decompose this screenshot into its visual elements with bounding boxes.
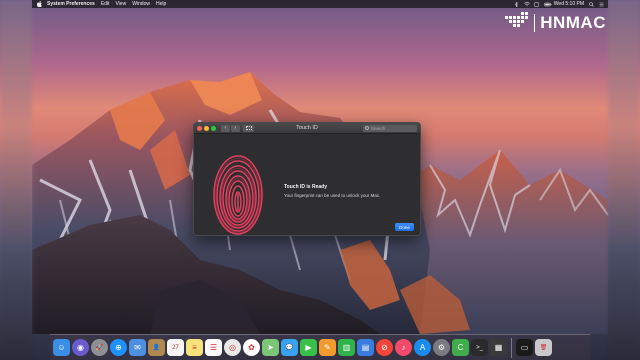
trash-icon[interactable]: 🗑 [535, 339, 552, 356]
system-preferences-icon[interactable]: ⚙ [433, 339, 450, 356]
downloads-stack-glyph: ▭ [520, 343, 529, 352]
menu-window[interactable]: Window [132, 1, 150, 7]
keynote-icon[interactable]: ▤ [357, 339, 374, 356]
app-store-glyph: A [419, 343, 426, 352]
letterbox-left [0, 0, 32, 360]
finder-icon[interactable]: ☺ [53, 339, 70, 356]
calendar-glyph: 27 [172, 344, 179, 351]
numbers-icon[interactable]: ▥ [338, 339, 355, 356]
search-placeholder: Search [371, 125, 386, 131]
notes-icon[interactable]: ≡ [186, 339, 203, 356]
launchpad-glyph: 🚀 [95, 345, 104, 351]
safari-glyph: ⊕ [115, 343, 122, 352]
reminders-icon[interactable]: ☰ [205, 339, 222, 356]
pages-icon[interactable]: ✎ [319, 339, 336, 356]
touch-id-ready-description: Your fingerprint can be used to unlock y… [284, 193, 381, 198]
camtasia-glyph: C [457, 343, 464, 352]
input-source-icon[interactable] [534, 1, 539, 7]
maps-glyph: ➤ [267, 343, 274, 352]
reminders-glyph: ☰ [209, 343, 218, 352]
zoom-button[interactable] [211, 125, 216, 131]
siri-icon[interactable]: ◉ [72, 339, 89, 356]
dock-separator [511, 337, 512, 358]
photos-icon[interactable]: ✿ [243, 339, 260, 356]
contacts-icon[interactable]: 👤 [148, 339, 165, 356]
done-button[interactable]: Done [395, 223, 414, 231]
search-icon [365, 126, 369, 130]
search-field[interactable]: Search [363, 124, 417, 132]
keynote-glyph: ▤ [361, 343, 370, 352]
messages-icon[interactable]: 💬 [281, 339, 298, 356]
notes-glyph: ≡ [192, 343, 197, 352]
music-glyph: ♪ [401, 343, 406, 352]
downloads-stack-icon[interactable]: ▭ [516, 339, 533, 356]
menu-bar-extras: Wed 5:10 PM [514, 1, 604, 8]
system-preferences-glyph: ⚙ [437, 343, 446, 352]
chrome-icon[interactable]: ◎ [224, 339, 241, 356]
hnmac-watermark: HNMAC [505, 12, 606, 33]
letterbox-right [608, 0, 640, 360]
battery-icon[interactable] [544, 2, 552, 7]
maps-icon[interactable]: ➤ [262, 339, 279, 356]
wifi-icon[interactable] [524, 1, 530, 7]
notification-center-icon[interactable] [599, 2, 604, 7]
camtasia-icon[interactable]: C [452, 339, 469, 356]
mail-glyph: ✉ [134, 343, 141, 352]
dock: ☺ ◉ 🚀 ⊕ ✉ 👤 27 ≡ ☰ ◎ ✿ ➤ 💬 ▶ ✎ ▥ ▤ ⊘ ♪ A ⚙ C >_ ▦ ▭ 🗑 [50, 334, 590, 360]
back-button[interactable]: ‹ [221, 124, 230, 132]
facetime-icon[interactable]: ▶ [300, 339, 317, 356]
watermark-divider [534, 13, 536, 32]
menu-edit[interactable]: Edit [101, 1, 110, 7]
chrome-glyph: ◎ [229, 343, 236, 352]
menu-view[interactable]: View [115, 1, 126, 7]
close-button[interactable] [197, 125, 202, 131]
numbers-glyph: ▥ [342, 343, 351, 352]
news-glyph: ⊘ [381, 343, 388, 352]
app-name-menu[interactable]: System Preferences [47, 1, 95, 7]
trash-glyph: 🗑 [539, 345, 548, 351]
finder-glyph: ☺ [57, 343, 66, 352]
forward-button[interactable]: › [231, 124, 240, 132]
menu-bar: System Preferences Edit View Window Help… [32, 0, 608, 8]
music-icon[interactable]: ♪ [395, 339, 412, 356]
apple-menu-icon[interactable] [36, 1, 42, 7]
grid-icon [245, 126, 252, 130]
messages-glyph: 💬 [285, 345, 294, 351]
calendar-icon[interactable]: 27 [167, 339, 184, 356]
touch-id-ready-heading: Touch ID is Ready [284, 184, 327, 190]
minimize-button[interactable] [204, 125, 209, 131]
final-cut-glyph: ▦ [494, 343, 503, 352]
app-store-icon[interactable]: A [414, 339, 431, 356]
hnmac-logo-icon [505, 12, 529, 33]
spotlight-search-icon[interactable] [589, 1, 594, 7]
safari-icon[interactable]: ⊕ [110, 339, 127, 356]
final-cut-icon[interactable]: ▦ [490, 339, 507, 356]
mail-icon[interactable]: ✉ [129, 339, 146, 356]
photos-glyph: ✿ [248, 343, 255, 352]
facetime-glyph: ▶ [305, 343, 312, 352]
show-all-button[interactable] [243, 124, 254, 132]
chevron-left-icon: ‹ [224, 125, 227, 131]
terminal-icon[interactable]: >_ [471, 339, 488, 356]
menu-help[interactable]: Help [156, 1, 166, 7]
watermark-text: HNMAC [540, 12, 606, 32]
touch-id-window: ‹ › Touch ID Search Touch ID is Ready Yo… [193, 122, 421, 236]
bluetooth-icon[interactable] [514, 1, 519, 8]
siri-glyph: ◉ [77, 343, 84, 352]
menu-bar-clock[interactable]: Wed 5:10 PM [554, 1, 584, 7]
fingerprint-icon [213, 155, 263, 235]
launchpad-icon[interactable]: 🚀 [91, 339, 108, 356]
window-content: Touch ID is Ready Your fingerprint can b… [194, 134, 420, 235]
terminal-glyph: >_ [476, 344, 483, 351]
contacts-glyph: 👤 [152, 345, 161, 351]
news-icon[interactable]: ⊘ [376, 339, 393, 356]
window-titlebar[interactable]: ‹ › Touch ID Search [194, 123, 420, 134]
pages-glyph: ✎ [324, 343, 331, 352]
chevron-right-icon: › [234, 125, 237, 131]
